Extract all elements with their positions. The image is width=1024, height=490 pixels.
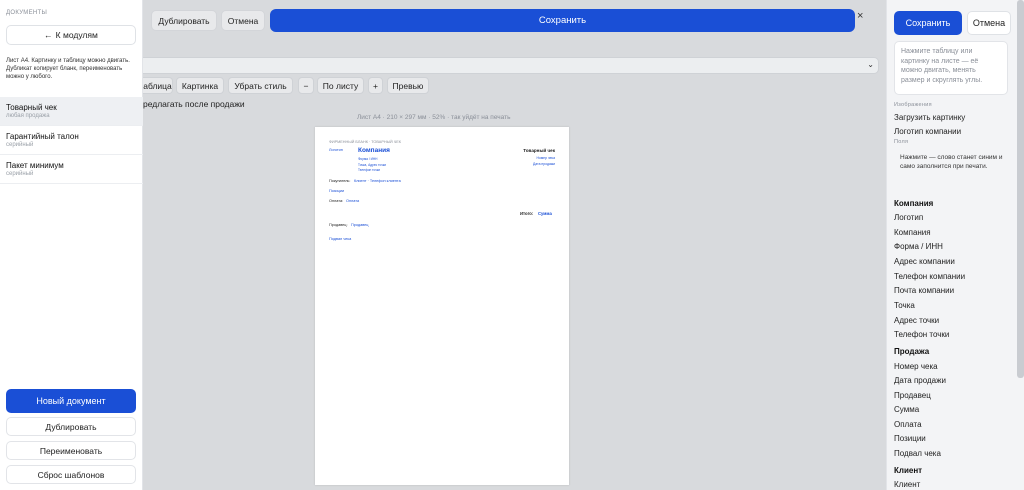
point-phone-field[interactable]: Телефон точки [358,168,380,172]
total-label: Итого: [520,211,534,216]
document-item[interactable]: Пакет минимум серийный [0,155,143,184]
insert-table-button[interactable]: аблица [143,77,173,94]
field-chip[interactable]: Клиент [894,480,920,489]
field-chip[interactable]: Сумма [894,405,919,414]
logo-field[interactable]: Логотип [329,148,343,152]
paper-header-label: ФИРМЕННЫЙ БЛАНК · ТОВАРНЫЙ ЧЕК [329,140,402,144]
document-title: Пакет минимум [6,161,64,170]
payment-field[interactable]: Оплата [346,199,359,203]
document-sheet[interactable]: ФИРМЕННЫЙ БЛАНК · ТОВАРНЫЙ ЧЕК Логотип К… [315,127,569,485]
field-chip[interactable]: Форма / ИНН [894,242,943,251]
fit-sheet-button[interactable]: По листу [317,77,364,94]
form-inn-field[interactable]: Форма / ИНН [358,157,378,161]
close-icon[interactable]: × [857,10,863,22]
zoom-in-button[interactable]: + [368,77,383,94]
company-field[interactable]: Компания [358,147,390,154]
footer-field[interactable]: Подвал чека [329,237,351,241]
field-chip[interactable]: Оплата [894,420,922,429]
left-sidebar: ДОКУМЕНТЫ ← К модулям Лист А4. Картинку … [0,0,143,490]
field-chip[interactable]: Дата продажи [894,376,946,385]
arrow-left-icon: ← [44,30,53,40]
template-select[interactable]: ⌄ [143,57,879,74]
field-chip[interactable]: Адрес компании [894,257,955,266]
panel-cancel-button[interactable]: Отмена [967,11,1011,35]
right-panel: Сохранить Отмена Нажмите таблицу или кар… [886,0,1024,490]
panel-scrollbar[interactable] [1017,0,1024,378]
fields-note: Нажмите — слово станет синим и само запо… [900,154,1003,170]
images-caption: Изображения [894,102,932,108]
offer-after-sale-label: редлагать после продажи [143,99,245,109]
document-subtitle: серийный [6,142,34,148]
document-item[interactable]: Товарный чек любая продажа [0,97,143,126]
buyer-label: Покупатель: [329,179,351,183]
save-button[interactable]: Сохранить [270,9,855,32]
panel-save-button[interactable]: Сохранить [894,11,962,35]
receipt-number-field[interactable]: Номер чека [537,156,555,160]
document-title: Гарантийный талон [6,132,79,141]
document-title: Товарный чек [6,103,57,112]
document-subtitle: серийный [6,171,34,177]
upload-picture-link[interactable]: Загрузить картинку [894,113,965,122]
reset-templates-button[interactable]: Сброс шаблонов [6,465,136,484]
preview-button[interactable]: Превью [387,77,429,94]
duplicate-document-button[interactable]: Дублировать [6,417,136,436]
group-sale-title: Продажа [894,347,930,356]
doc-title: Товарный чек [523,148,555,153]
group-client-title: Клиент [894,466,923,475]
zoom-out-button[interactable]: − [298,77,314,94]
document-subtitle: любая продажа [6,113,50,119]
positions-field[interactable]: Позиции [329,189,344,193]
fields-caption: Поля [894,139,909,145]
sidebar-hint: Лист А4. Картинку и таблицу можно двигат… [6,58,130,80]
rename-document-button[interactable]: Переименовать [6,441,136,460]
field-chip[interactable]: Адрес точки [894,316,939,325]
back-button-label: К модулям [55,30,98,40]
total-field[interactable]: Сумма [538,211,552,216]
field-chip[interactable]: Компания [894,228,931,237]
field-chip[interactable]: Телефон компании [894,272,965,281]
field-chip[interactable]: Продавец [894,391,931,400]
duplicate-button[interactable]: Дублировать [151,10,217,31]
field-chip[interactable]: Телефон точки [894,330,949,339]
section-label: ДОКУМЕНТЫ [6,10,48,16]
buyer-field[interactable]: Клиент · Телефон клиента [354,179,401,183]
sale-date-field[interactable]: Дата продажи [533,162,555,166]
seller-field[interactable]: Продавец [351,223,368,227]
sheet-info: Лист А4 · 210 × 297 мм · 52% · так уйдёт… [357,114,511,121]
panel-hint: Нажмите таблицу или картинку на листе — … [894,41,1008,95]
seller-label: Продавец: [329,223,348,227]
field-chip[interactable]: Точка [894,301,915,310]
group-company-title: Компания [894,199,934,208]
field-chip[interactable]: Почта компании [894,286,954,295]
payment-label: Оплата: [329,199,344,203]
field-chip[interactable]: Подвал чека [894,449,941,458]
document-item[interactable]: Гарантийный талон серийный [0,126,143,155]
company-logo-link[interactable]: Логотип компании [894,127,961,136]
back-to-modules-button[interactable]: ← К модулям [6,25,136,45]
field-chip[interactable]: Номер чека [894,362,938,371]
field-chip[interactable]: Позиции [894,434,926,443]
chevron-down-icon: ⌄ [867,60,874,69]
field-chip[interactable]: Логотип [894,213,923,222]
new-document-button[interactable]: Новый документ [6,389,136,413]
cancel-button[interactable]: Отмена [221,10,265,31]
clear-style-button[interactable]: Убрать стиль [228,77,293,94]
point-address-field[interactable]: Точка, Адрес точки [358,163,386,167]
insert-picture-button[interactable]: Картинка [176,77,224,94]
